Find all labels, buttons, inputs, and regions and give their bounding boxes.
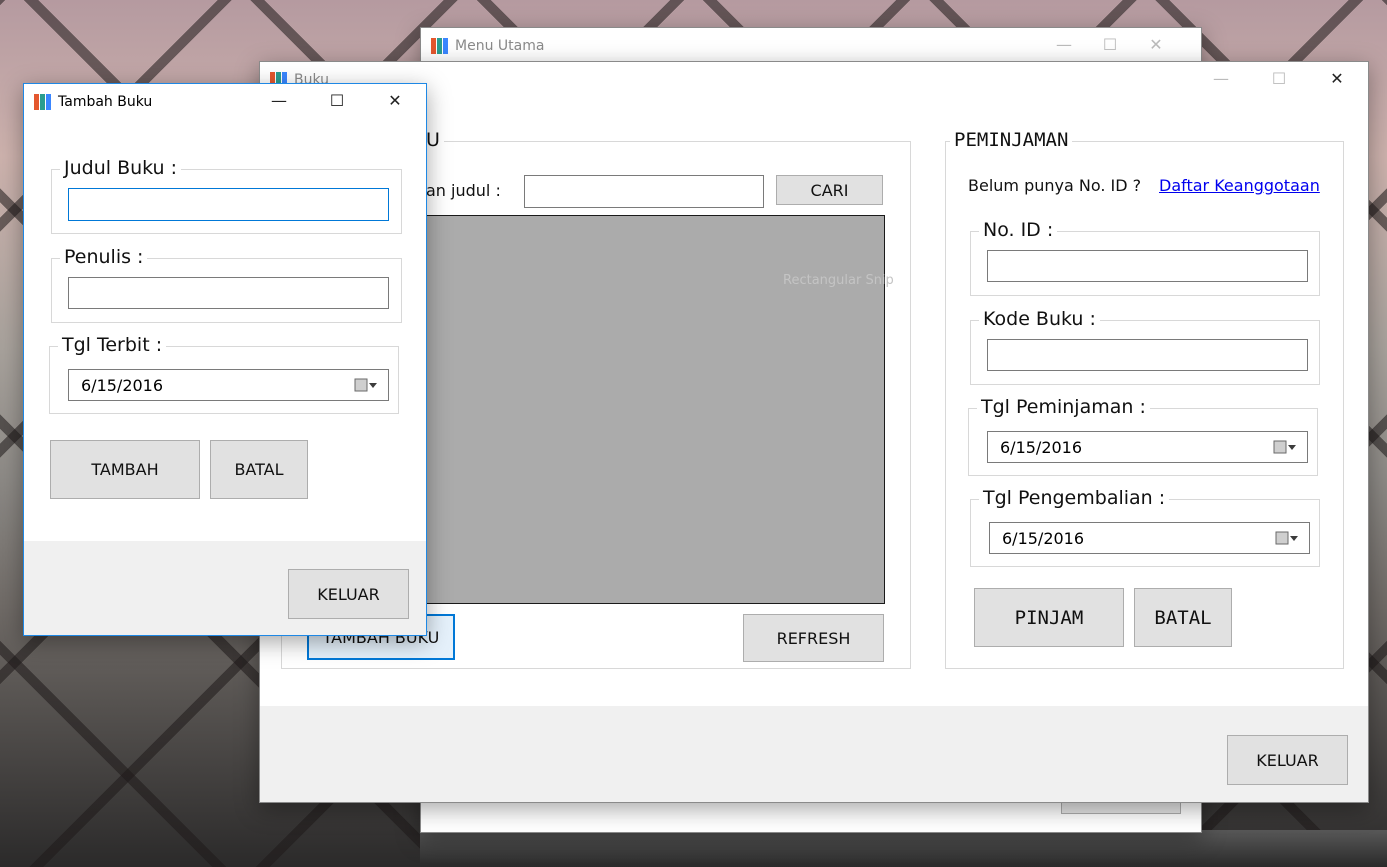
minimize-button[interactable]: — (256, 84, 302, 116)
wallpaper-city-strip (420, 830, 1387, 867)
maximize-button[interactable]: ☐ (1256, 62, 1302, 94)
close-button[interactable]: ✕ (372, 84, 418, 116)
judul-buku-group: Judul Buku : (51, 157, 402, 234)
maximize-button[interactable]: ☐ (314, 84, 360, 116)
batal-button[interactable]: BATAL (210, 440, 308, 499)
minimize-button[interactable]: — (1198, 62, 1244, 94)
judul-buku-input[interactable] (68, 188, 389, 221)
app-books-icon (431, 38, 449, 54)
penulis-group: Penulis : (51, 246, 402, 323)
tgl-pengembalian-group: Tgl Pengembalian : 6/15/2016 (970, 487, 1320, 567)
tambah-buku-titlebar[interactable]: Tambah Buku — ☐ ✕ (24, 84, 426, 122)
tgl-terbit-value: 6/15/2016 (81, 376, 164, 395)
no-id-group: No. ID : (970, 219, 1320, 296)
calendar-dropdown-icon[interactable] (354, 377, 378, 393)
refresh-button[interactable]: REFRESH (743, 614, 884, 662)
minimize-button[interactable]: — (1041, 28, 1087, 60)
calendar-dropdown-icon[interactable] (1273, 439, 1297, 455)
tgl-peminjaman-datepicker[interactable]: 6/15/2016 (987, 431, 1308, 463)
tgl-peminjaman-group: Tgl Peminjaman : 6/15/2016 (968, 396, 1318, 476)
no-id-label: No. ID : (979, 219, 1058, 241)
tgl-terbit-datepicker[interactable]: 6/15/2016 (68, 369, 389, 401)
grid-ghost-text: Rectangular Snip (783, 273, 894, 288)
tambah-buku-title: Tambah Buku (58, 94, 153, 110)
app-books-icon (34, 94, 52, 110)
tgl-pengembalian-label: Tgl Pengembalian : (979, 487, 1170, 509)
judul-buku-label: Judul Buku : (60, 157, 182, 179)
belum-punya-text: Belum punya No. ID ? (968, 176, 1142, 195)
tgl-peminjaman-value: 6/15/2016 (1000, 438, 1083, 457)
tgl-peminjaman-label: Tgl Peminjaman : (977, 396, 1150, 418)
peminjaman-group: PEMINJAMAN Belum punya No. ID ? Daftar K… (945, 129, 1344, 669)
search-input[interactable] (524, 175, 764, 208)
maximize-button[interactable]: ☐ (1087, 28, 1133, 60)
daftar-keanggotaan-link[interactable]: Daftar Keanggotaan (1159, 176, 1320, 195)
keluar-button[interactable]: KELUAR (288, 569, 409, 619)
penulis-input[interactable] (68, 277, 389, 309)
kode-buku-label: Kode Buku : (979, 308, 1100, 330)
search-label: an judul : (426, 181, 501, 200)
keluar-button[interactable]: KELUAR (1227, 735, 1348, 785)
tgl-terbit-group: Tgl Terbit : 6/15/2016 (49, 334, 399, 414)
pinjam-button[interactable]: PINJAM (974, 588, 1124, 647)
close-button[interactable]: ✕ (1133, 28, 1179, 60)
menu-utama-title: Menu Utama (455, 38, 545, 54)
peminjaman-group-label: PEMINJAMAN (950, 129, 1073, 151)
buku-footer: KELUAR (260, 706, 1368, 802)
tambah-button[interactable]: TAMBAH (50, 440, 200, 499)
kode-buku-group: Kode Buku : (970, 308, 1320, 385)
penulis-label: Penulis : (60, 246, 148, 268)
tgl-terbit-label: Tgl Terbit : (58, 334, 167, 356)
tgl-pengembalian-value: 6/15/2016 (1002, 529, 1085, 548)
close-button[interactable]: ✕ (1314, 62, 1360, 94)
calendar-dropdown-icon[interactable] (1275, 530, 1299, 546)
cari-button[interactable]: CARI (776, 175, 883, 205)
batal-pinjam-button[interactable]: BATAL (1134, 588, 1232, 647)
no-id-input[interactable] (987, 250, 1308, 282)
tambah-buku-window[interactable]: Tambah Buku — ☐ ✕ Judul Buku : Penulis :… (23, 83, 427, 636)
tgl-pengembalian-datepicker[interactable]: 6/15/2016 (989, 522, 1310, 554)
kode-buku-input[interactable] (987, 339, 1308, 371)
books-data-grid[interactable]: Rectangular Snip (422, 215, 894, 604)
tambah-buku-footer: KELUAR (24, 541, 426, 635)
